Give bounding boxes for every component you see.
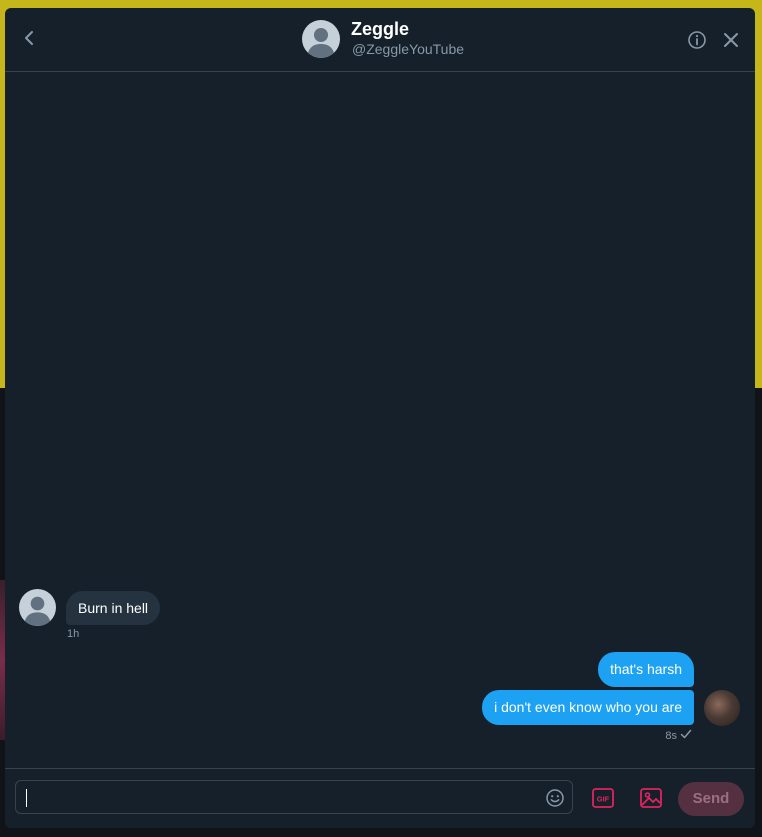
message-input-container[interactable] xyxy=(15,780,573,814)
received-message-bubble[interactable]: Burn in hell xyxy=(66,591,161,625)
image-icon xyxy=(640,788,662,808)
sent-message-bubble[interactable]: that's harsh xyxy=(598,652,694,687)
chevron-left-icon xyxy=(25,31,33,45)
received-message-timestamp: 1h xyxy=(67,628,80,640)
conversation-handle[interactable]: @ZeggleYouTube xyxy=(352,41,464,57)
sent-message-timestamp: 8s xyxy=(665,730,677,742)
back-button[interactable] xyxy=(19,26,41,50)
info-button[interactable] xyxy=(687,30,707,50)
info-icon xyxy=(688,31,706,49)
image-button[interactable] xyxy=(639,786,663,810)
direct-message-modal: Zeggle @ZeggleYouTube Burn in hell 1h th… xyxy=(5,8,755,828)
conversation-name[interactable]: Zeggle xyxy=(351,19,409,40)
checkmark-icon xyxy=(680,727,692,739)
gif-icon: GIF xyxy=(592,788,614,808)
conversation-avatar[interactable] xyxy=(302,20,340,58)
default-avatar-icon xyxy=(307,28,335,58)
close-icon xyxy=(724,33,738,47)
send-button[interactable]: Send xyxy=(678,782,744,816)
message-composer: GIF Send xyxy=(5,768,755,828)
user-avatar[interactable] xyxy=(704,690,740,726)
default-avatar-icon xyxy=(23,596,52,626)
sender-avatar[interactable] xyxy=(19,589,56,626)
gif-label: GIF xyxy=(597,795,610,804)
conversation-header: Zeggle @ZeggleYouTube xyxy=(5,8,755,72)
gif-button[interactable]: GIF xyxy=(591,786,615,810)
emoji-button[interactable] xyxy=(545,788,565,808)
close-button[interactable] xyxy=(721,30,741,50)
message-input[interactable] xyxy=(24,785,538,811)
text-caret xyxy=(26,789,27,807)
sent-message-bubble[interactable]: i don't even know who you are xyxy=(482,690,694,725)
emoji-icon xyxy=(546,789,564,807)
